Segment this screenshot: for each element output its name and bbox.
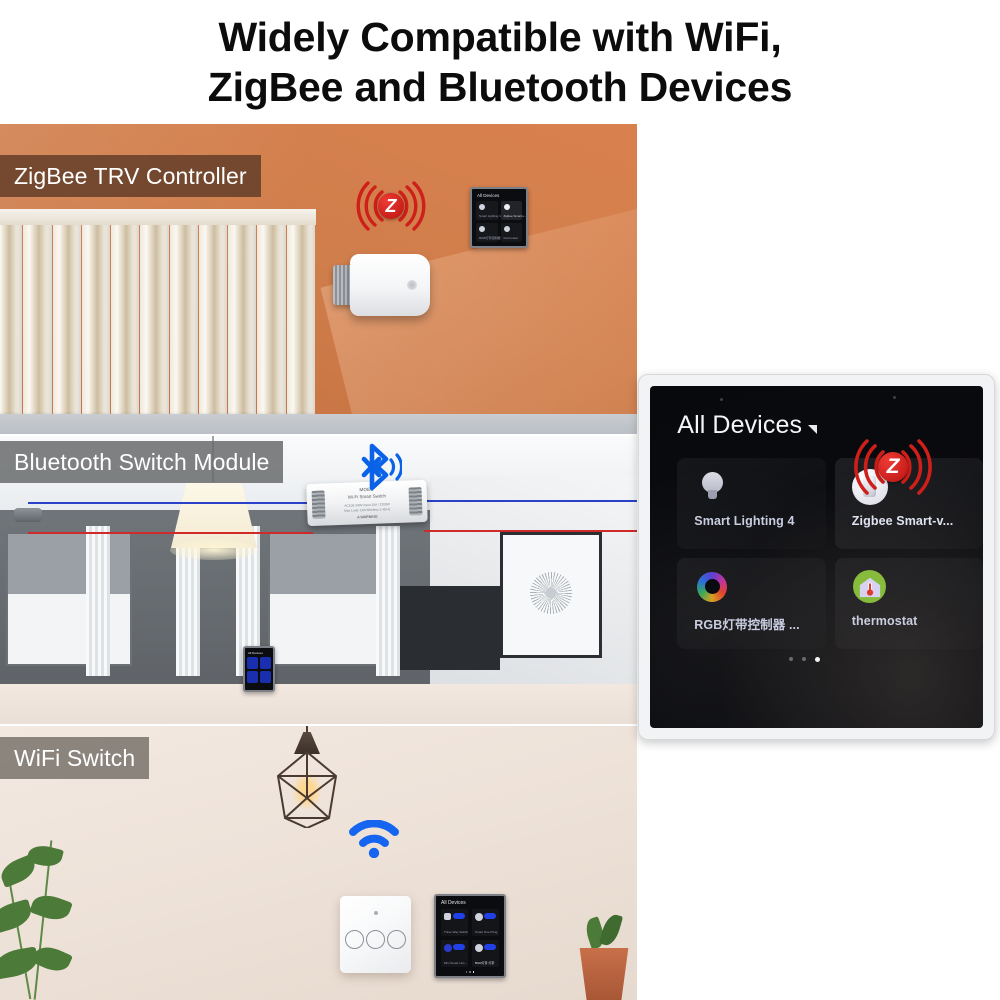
label-zigbee-trv-controller: ZigBee TRV Controller [0, 155, 261, 197]
device-label: Zigbee Smart-v... [851, 513, 954, 528]
mini-device-grid: Three Way Switch Smart One Pring Mini Sm… [436, 909, 504, 967]
window [6, 532, 132, 666]
product-marketing-image: Widely Compatible with WiFi, ZigBee and … [0, 0, 1000, 1000]
wire-neutral-out [424, 530, 637, 532]
pendant-cap [294, 732, 320, 754]
page-indicator[interactable] [677, 656, 932, 662]
mini-device-card[interactable]: Mini Smart Line... [441, 940, 468, 967]
switch-buttons[interactable] [340, 930, 411, 949]
chevron-down-icon[interactable] [808, 424, 818, 434]
trv-controller-device [350, 254, 430, 316]
wire-live-out [424, 500, 637, 502]
wall-art [500, 532, 602, 658]
mini-device-card[interactable]: Smart Lighting 4 [476, 201, 501, 220]
mini-panel-title: All Devices [441, 900, 466, 906]
device-card-smart-lighting[interactable]: Smart Lighting 4 [677, 457, 826, 549]
wire-neutral-in [28, 532, 313, 534]
zigbee-badge-core: Z [378, 193, 404, 219]
pendant-cage-lamp [272, 750, 342, 830]
switch-indicator-led [373, 911, 378, 915]
wifi-wall-switch-device[interactable] [340, 896, 411, 973]
cabinet [400, 586, 500, 670]
mini-device-card[interactable]: Smart One Pring [472, 909, 499, 936]
mini-device-card[interactable] [260, 671, 271, 683]
thermostat-icon [852, 569, 888, 605]
mini-panel-title: All Devices [248, 651, 263, 655]
device-card-thermostat[interactable]: thermostat [834, 557, 983, 649]
page-title: All Devices [677, 410, 803, 439]
mini-device-card[interactable]: Three Way Switch [441, 909, 468, 936]
mini-pager [472, 246, 526, 248]
zigbee-signal-icon-app: Z [845, 434, 941, 500]
mini-device-card[interactable]: BGR灯带 灯带 [472, 940, 499, 967]
smart-home-app-panel[interactable]: All Devices Smart Lighting 4 Zigbee Smar… [638, 374, 995, 740]
scene-bluetooth-switch: MOES Wi-Fi Smart Switch AC100-240V Input… [0, 436, 637, 726]
houseplant-left [0, 800, 108, 1000]
mini-device-card[interactable] [260, 657, 271, 669]
mini-device-grid [245, 657, 273, 683]
label-wifi-switch: WiFi Switch [0, 737, 150, 779]
zigbee-badge-core: Z [878, 452, 908, 482]
mini-device-card[interactable]: Zigbee Smart-v... [500, 201, 526, 220]
headline-line-2: ZigBee and Bluetooth Devices [207, 64, 793, 110]
device-label: RGB灯带控制器 ... [694, 617, 800, 632]
mini-app-panel-bluetooth[interactable]: All Devices [243, 646, 275, 692]
headline-line-1: Widely Compatible with WiFi, [218, 14, 782, 60]
mini-panel-title: All Devices [477, 193, 500, 198]
mini-device-card[interactable] [247, 657, 258, 669]
wifi-signal-icon [348, 819, 400, 859]
pager-dot[interactable] [802, 656, 807, 661]
flower-pot [579, 948, 629, 1000]
pager-dot[interactable] [789, 656, 794, 661]
device-label: thermostat [851, 613, 918, 628]
mini-device-card[interactable] [247, 671, 258, 683]
page-title: Widely Compatible with WiFi, ZigBee and … [0, 0, 1000, 124]
scene-wifi-switch: All Devices Three Way Switch Smart One P… [0, 726, 637, 1000]
device-card-rgb-strip-controller[interactable]: RGB灯带控制器 ... [677, 557, 826, 649]
bulb-icon [694, 469, 730, 505]
mini-pager [436, 971, 504, 973]
wire-live-in [28, 502, 313, 504]
mini-device-card[interactable]: thermostat [500, 223, 522, 242]
bluetooth-signal-icon [356, 442, 404, 492]
scene-zigbee-trv: Z All Devices Smart Lighting 4 Zigbee Sm… [0, 124, 637, 436]
label-bluetooth-switch-module: Bluetooth Switch Module [0, 441, 284, 483]
mini-app-panel-trv[interactable]: All Devices Smart Lighting 4 Zigbee Smar… [470, 187, 528, 248]
mini-device-grid: Smart Lighting 4 Zigbee Smart-v... RGB灯带… [472, 201, 526, 242]
ceiling-junction [14, 508, 42, 522]
radiator [0, 209, 316, 414]
device-label: Smart Lighting 4 [694, 513, 795, 528]
floor-line [0, 414, 637, 436]
mini-app-panel-wifi[interactable]: All Devices Three Way Switch Smart One P… [434, 894, 506, 978]
pager-dot-active[interactable] [815, 656, 821, 662]
rgb-ring-icon [694, 569, 730, 605]
mini-device-card[interactable]: RGB灯带控制器 [476, 223, 501, 242]
zigbee-signal-icon: Z [352, 176, 430, 236]
module-warning: A WARNING [357, 514, 378, 520]
